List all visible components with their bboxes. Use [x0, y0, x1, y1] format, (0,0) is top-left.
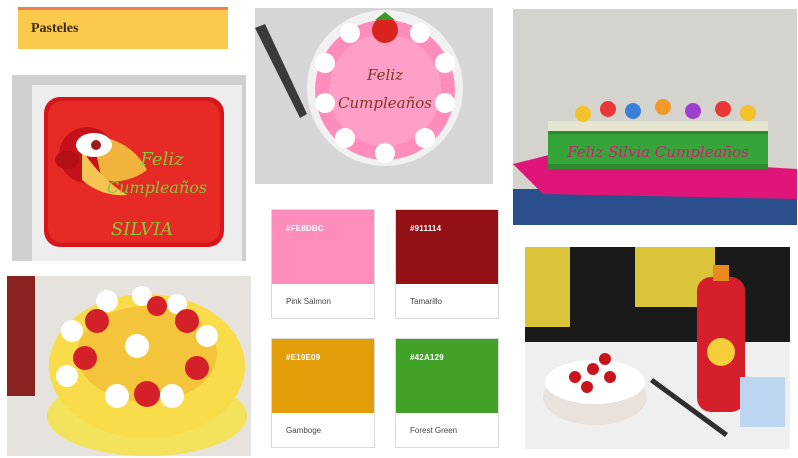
photo-pink-round-cake: Feliz Cumpleaños: [255, 8, 493, 184]
swatch-color-block: [272, 210, 374, 284]
color-swatch-gamboge: #E19E09 Gamboge: [271, 338, 375, 448]
long-cake-illustration: Feliz Silvia Cumpleaños: [513, 9, 797, 225]
party-photo-illustration: [525, 247, 790, 449]
swatch-hex: #42A129: [410, 353, 444, 362]
color-swatch-pink-salmon: #FE8DBC Pink Salmon: [271, 209, 375, 319]
title-card: Pasteles: [18, 7, 228, 49]
photo-red-rectangular-cake: Feliz Cumpleaños SILVIA: [12, 75, 246, 261]
swatch-name: Gamboge: [286, 426, 322, 435]
color-swatch-forest-green: #42A129 Forest Green: [395, 338, 499, 448]
color-swatch-tamarillo: #911114 Tamarillo: [395, 209, 499, 319]
swatch-color-block: [396, 210, 498, 284]
swatch-name: Pink Salmon: [286, 297, 331, 306]
cake-writing-3: SILVIA: [111, 219, 173, 240]
photo-peach-strawberry-cake: [7, 276, 251, 456]
cake-writing-2: Cumpleaños: [107, 178, 207, 197]
swatch-color-block: [272, 339, 374, 413]
red-cake-illustration: Feliz Cumpleaños SILVIA: [12, 75, 246, 261]
swatch-hex: #911114: [410, 224, 442, 233]
photo-long-cake: Feliz Silvia Cumpleaños: [513, 9, 797, 225]
photo-party-cake-bottle: [525, 247, 790, 449]
cake-writing: Feliz Silvia Cumpleaños: [566, 143, 749, 161]
swatch-name: Forest Green: [410, 426, 458, 435]
cake-writing-1: Feliz: [366, 66, 403, 84]
peach-cake-illustration: [7, 276, 251, 456]
swatch-hex: #E19E09: [286, 353, 321, 362]
swatch-name: Tamarillo: [410, 297, 443, 306]
pink-cake-illustration: Feliz Cumpleaños: [255, 8, 493, 184]
cake-writing-1: Feliz: [139, 149, 184, 170]
swatch-hex: #FE8DBC: [286, 224, 324, 233]
page-title: Pasteles: [31, 21, 79, 36]
cake-writing-2: Cumpleaños: [338, 94, 432, 112]
swatch-color-block: [396, 339, 498, 413]
